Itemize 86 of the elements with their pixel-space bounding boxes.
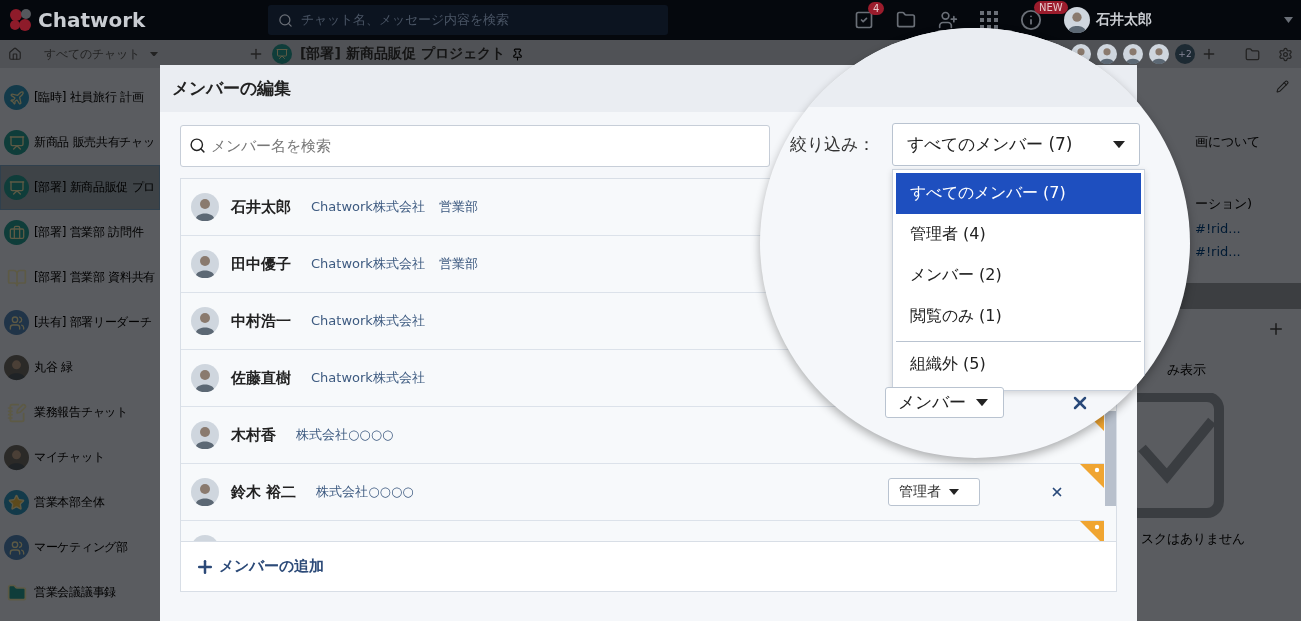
folder-icon[interactable] <box>1245 46 1260 62</box>
search-icon <box>189 137 206 154</box>
caret-icon <box>150 51 158 57</box>
member-company: Chatwork株式会社 <box>311 255 425 273</box>
role-dropdown[interactable]: メンバー <box>885 387 1004 418</box>
sidebar-item[interactable]: マイチャット <box>0 435 160 480</box>
task-text: 画について <box>1194 133 1261 151</box>
user-name[interactable]: 石井太郎 <box>1096 11 1152 29</box>
search-icon <box>278 12 293 28</box>
menu-option[interactable]: メンバー (2) <box>896 255 1141 296</box>
folder-icon[interactable] <box>896 10 916 30</box>
task-text: ーション) <box>1194 195 1254 213</box>
caret-icon <box>949 489 959 495</box>
menu-option[interactable]: 閲覧のみ (1) <box>896 296 1141 337</box>
avatar <box>191 364 219 392</box>
search-field[interactable]: メンバー名を検索 <box>180 125 770 167</box>
member-company: 株式会社○○○○ <box>316 483 414 501</box>
add-task-icon[interactable] <box>1267 320 1285 338</box>
caret-icon[interactable] <box>1284 17 1293 23</box>
avatar <box>191 421 219 449</box>
menu-option[interactable]: 管理者 (4) <box>896 214 1141 255</box>
pin-icon <box>510 47 524 61</box>
avatar <box>191 193 219 221</box>
sidebar-item[interactable]: [部署] 営業部 資料共有 <box>0 255 160 300</box>
sidebar-item[interactable]: 業務報告チャット <box>0 390 160 435</box>
sidebar-item[interactable]: [部署] 営業部 訪問件 <box>0 210 160 255</box>
member-company: 株式会社○○○○ <box>296 426 394 444</box>
avatar <box>1064 7 1090 33</box>
sidebar-item[interactable]: マーケティング部 <box>0 525 160 570</box>
member-department: 営業部 <box>438 198 478 216</box>
sidebar-item[interactable]: 営業会議議事録 <box>0 570 160 615</box>
sidebar-item[interactable]: 新商品 販売共有チャッ <box>0 120 160 165</box>
caret-icon <box>1113 140 1125 149</box>
plane-icon <box>4 85 29 110</box>
empty-message: スクはありません <box>1140 530 1246 548</box>
member-name: 田中優子 <box>231 254 291 274</box>
member-name: 中村浩一 <box>231 311 291 331</box>
filter-label: 絞り込み： <box>790 133 876 156</box>
sidebar-item[interactable]: 丸谷 緑 <box>0 345 160 390</box>
info-icon[interactable] <box>1020 9 1042 31</box>
logo-text: Chatwork <box>38 8 147 32</box>
settings-icon[interactable] <box>1278 46 1293 62</box>
member-company: Chatwork株式会社 <box>311 369 425 387</box>
sidebar-item[interactable]: 営業本部全体 <box>0 480 160 525</box>
avatar <box>191 478 219 506</box>
avatar <box>1149 44 1169 64</box>
role-dropdown[interactable]: 管理者 <box>888 478 980 506</box>
add-contact-icon[interactable] <box>938 10 958 30</box>
task-filter-label: み表示 <box>1166 361 1207 379</box>
avatar <box>191 250 219 278</box>
member-department: 営業部 <box>438 255 478 273</box>
new-badge: NEW <box>1034 1 1068 14</box>
bag-icon <box>4 220 29 245</box>
member-name: 佐藤直樹 <box>231 368 291 388</box>
member-company: Chatwork株式会社 <box>311 198 425 216</box>
sidebar-item[interactable]: [共有] 部署リーダーチ <box>0 300 160 345</box>
member-name: 鈴木 裕二 <box>231 482 297 502</box>
member-name: 石井太郎 <box>231 197 291 217</box>
member-company: Chatwork株式会社 <box>311 312 425 330</box>
task-icon[interactable] <box>854 10 874 30</box>
menu-option[interactable]: すべてのメンバー (7) <box>896 173 1141 214</box>
people-icon <box>4 535 29 560</box>
scrollbar-thumb[interactable] <box>1105 411 1116 506</box>
avatar <box>191 307 219 335</box>
filter-dropdown[interactable]: すべてのメンバー (7) <box>892 123 1140 166</box>
remove-button[interactable] <box>1050 485 1064 499</box>
logo-icon <box>8 7 34 33</box>
avatar <box>1097 44 1117 64</box>
avatar <box>4 445 29 470</box>
count-badge: 4 <box>868 2 885 15</box>
check-icon <box>1137 393 1227 518</box>
sidebar-item[interactable]: [臨時] 社員旅行 計画 <box>0 75 160 120</box>
board-icon <box>4 130 29 155</box>
member-count-badge[interactable]: +2 <box>1175 44 1195 64</box>
add-member-button[interactable]: メンバーの追加 <box>195 556 324 577</box>
grid-icon[interactable] <box>980 11 998 29</box>
room-title: [部署] 新商品販促 プロジェクト <box>300 45 505 63</box>
avatar <box>1123 44 1143 64</box>
caret-icon <box>976 398 988 407</box>
board-icon <box>4 175 29 200</box>
edit-icon[interactable] <box>1276 80 1289 93</box>
board-icon <box>272 44 292 64</box>
member-name: 木村香 <box>231 425 276 445</box>
people-icon <box>4 310 29 335</box>
avatar <box>4 355 29 380</box>
dialog-title: メンバーの編集 <box>172 77 291 100</box>
